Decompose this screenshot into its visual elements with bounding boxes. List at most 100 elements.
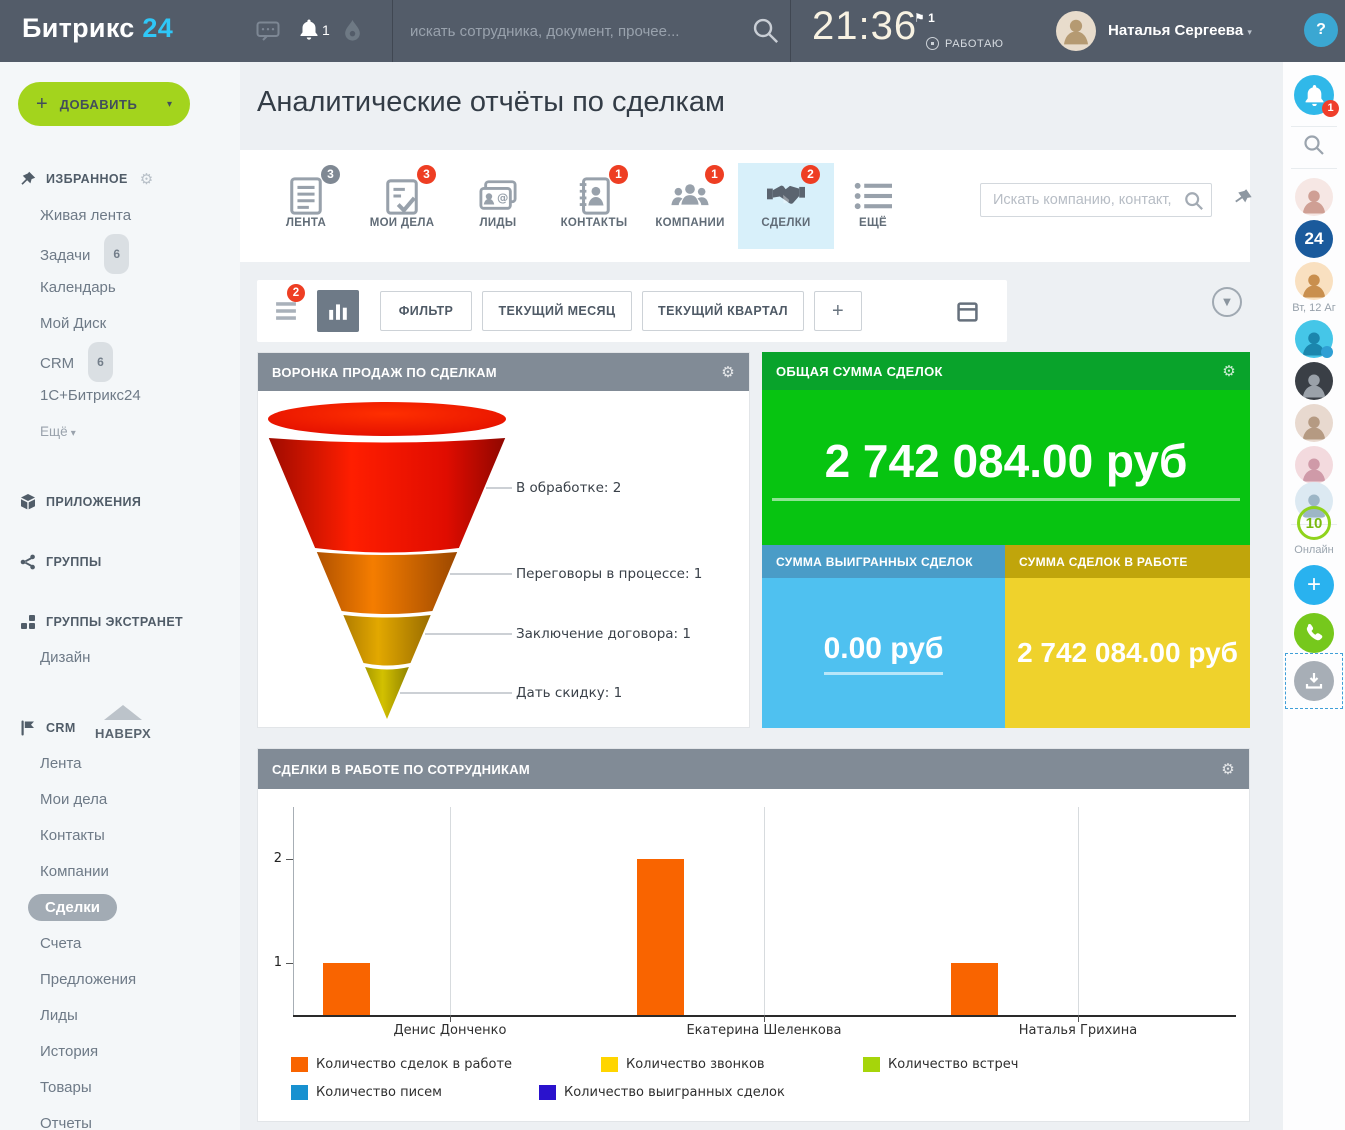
sidebar-item-компании[interactable]: Компании	[0, 854, 240, 890]
sidebar-item-label: Живая лента	[40, 207, 131, 224]
deals-by-employee-widget: СДЕЛКИ В РАБОТЕ ПО СОТРУДНИКАМ ⚙ Денис Д…	[257, 748, 1250, 1122]
chevron-down-icon: ▼	[1223, 297, 1231, 308]
work-status[interactable]: РАБОТАЮ	[926, 37, 1004, 50]
widget-header: СУММА СДЕЛОК В РАБОТЕ	[1005, 545, 1250, 578]
tab-контакты[interactable]: КОНТАКТЫ1	[546, 163, 642, 249]
tab-мои-дела[interactable]: МОИ ДЕЛА3	[354, 163, 450, 249]
bar-Количество сделок в работе-Денис Донченко[interactable]	[323, 963, 370, 1015]
gear-icon[interactable]: ⚙	[140, 170, 154, 188]
rail-avatar-user[interactable]	[1295, 362, 1333, 400]
flag-icon: ⚑	[914, 11, 925, 25]
sidebar-item-1с+битрикс24[interactable]: 1С+Битрикс24	[0, 378, 240, 414]
rail-avatar-user[interactable]	[1295, 404, 1333, 442]
sidebar-section-группы экстранет[interactable]: ГРУППЫ ЭКСТРАНЕТ	[0, 614, 240, 630]
bar-Количество сделок в работе-Наталья Грихина[interactable]	[951, 963, 998, 1015]
help-button[interactable]: ?	[1304, 13, 1338, 47]
camera-badge-icon	[1321, 346, 1333, 358]
sidebar-item-crm[interactable]: CRM6	[0, 342, 240, 378]
filter-button-0[interactable]: ФИЛЬТР	[380, 291, 472, 331]
scroll-to-top-button[interactable]: НАВЕРХ	[92, 705, 154, 741]
tab-лиды[interactable]: @ЛИДЫ	[450, 163, 546, 249]
page-title: Аналитические отчёты по сделкам	[257, 86, 725, 119]
gear-icon[interactable]: ⚙	[1222, 362, 1236, 380]
tab-компании[interactable]: КОМПАНИИ1	[642, 163, 738, 249]
add-filter-button[interactable]: +	[814, 291, 862, 331]
calendar-icon[interactable]	[957, 301, 978, 327]
global-search-input[interactable]	[410, 0, 740, 62]
legend-item: Количество встреч	[863, 1057, 1018, 1072]
category-label: Наталья Грихина	[968, 1023, 1188, 1038]
add-button[interactable]: + ДОБАВИТЬ ▾	[18, 82, 190, 126]
axis-tick	[450, 1015, 451, 1022]
rail-phone-button[interactable]	[1294, 613, 1334, 653]
search-icon[interactable]	[1184, 191, 1204, 216]
online-counter[interactable]: 10	[1297, 506, 1331, 540]
sidebar-item-лента[interactable]: Лента	[0, 746, 240, 782]
sidebar-section-приложения[interactable]: ПРИЛОЖЕНИЯ	[0, 494, 240, 510]
bar-Количество сделок в работе-Екатерина Шеленкова[interactable]	[637, 859, 684, 1015]
sidebar-item-отчеты[interactable]: Отчеты	[0, 1106, 240, 1130]
sidebar-item-товары[interactable]: Товары	[0, 1070, 240, 1106]
won-deals-sum-value[interactable]: 0.00 руб	[824, 632, 944, 675]
sidebar-item-label: Календарь	[40, 279, 116, 296]
filter-button-1[interactable]: ТЕКУЩИЙ МЕСЯЦ	[482, 291, 632, 331]
global-search-icon[interactable]	[752, 17, 779, 49]
gear-icon[interactable]: ⚙	[721, 363, 735, 381]
flag-counter[interactable]: ⚑ 1	[914, 11, 935, 25]
tab-сделки[interactable]: СДЕЛКИ2	[738, 163, 834, 249]
rail-avatar-user[interactable]	[1295, 446, 1333, 484]
sidebar-section-избранное[interactable]: ИЗБРАННОЕ⚙	[0, 170, 240, 188]
gear-icon[interactable]: ⚙	[1221, 760, 1235, 778]
sidebar-section-title: CRM	[46, 721, 76, 735]
user-avatar[interactable]	[1056, 11, 1096, 51]
tab-badge: 2	[801, 165, 820, 184]
tab-badge: 3	[417, 165, 436, 184]
clock[interactable]: 21:36	[812, 4, 917, 49]
sidebar-item-счета[interactable]: Счета	[0, 926, 240, 962]
sidebar-item-label: Задачи	[40, 247, 90, 264]
sidebar-item-история[interactable]: История	[0, 1034, 240, 1070]
sidebar-section-группы[interactable]: ГРУППЫ	[0, 554, 240, 570]
user-menu[interactable]: Наталья Сергеева ▾	[1108, 22, 1252, 39]
widget-header: ВОРОНКА ПРОДАЖ ПО СДЕЛКАМ ⚙	[258, 353, 749, 391]
sidebar-item-календарь[interactable]: Календарь	[0, 270, 240, 306]
filter-button-2[interactable]: ТЕКУЩИЙ КВАРТАЛ	[642, 291, 804, 331]
notifications-bell-icon[interactable]	[300, 19, 318, 45]
rail-bell-button[interactable]: 1	[1294, 75, 1334, 115]
rail-bitrix24-badge[interactable]: 24	[1295, 220, 1333, 258]
rail-avatar-user[interactable]	[1295, 178, 1333, 216]
total-deals-sum-value[interactable]: 2 742 084.00 руб	[772, 434, 1240, 501]
tab-лента[interactable]: ЛЕНТА3	[258, 163, 354, 249]
sidebar-item-задачи[interactable]: Задачи6	[0, 234, 240, 270]
sidebar-item-предложения[interactable]: Предложения	[0, 962, 240, 998]
sidebar-item-сделки[interactable]: Сделки	[0, 890, 240, 926]
bitrix24-logo[interactable]: Битрикс 24	[22, 13, 173, 44]
svg-text:@: @	[497, 191, 508, 205]
collapse-panel-button[interactable]: ▼	[1212, 287, 1242, 317]
sidebar-item-живая-лента[interactable]: Живая лента	[0, 198, 240, 234]
sidebar-item-контакты[interactable]: Контакты	[0, 818, 240, 854]
rail-download-button[interactable]	[1294, 661, 1334, 701]
sidebar-item-дизайн[interactable]: Дизайн	[0, 640, 240, 676]
drive-drop-icon[interactable]	[344, 20, 361, 46]
sidebar-item-лиды[interactable]: Лиды	[0, 998, 240, 1034]
sidebar-item-label: Мои дела	[40, 791, 107, 808]
tab-ещё[interactable]: ЕЩЁ	[834, 163, 912, 249]
chart-view-toggle[interactable]	[317, 290, 359, 332]
pin-icon	[20, 171, 36, 187]
sidebar-item-мои-дела[interactable]: Мои дела	[0, 782, 240, 818]
axis-tick	[286, 963, 293, 964]
pin-icon[interactable]	[1232, 187, 1254, 213]
sidebar-item-мой-диск[interactable]: Мой Диск	[0, 306, 240, 342]
rail-search-icon[interactable]	[1303, 134, 1325, 161]
chat-icon[interactable]	[256, 21, 280, 47]
rail-avatar-user[interactable]	[1295, 262, 1333, 300]
sidebar-item-ещё[interactable]: Ещё ▾	[0, 414, 240, 450]
entity-search-input[interactable]	[980, 183, 1212, 217]
sidebar-item-label: 1С+Битрикс24	[40, 387, 141, 404]
category-label: Денис Донченко	[340, 1023, 560, 1038]
funnel-stage-label: Переговоры в процессе: 1	[516, 566, 702, 582]
list-view-toggle[interactable]	[275, 300, 297, 327]
rail-add-button[interactable]: +	[1294, 565, 1334, 605]
legend-label: Количество встреч	[888, 1057, 1018, 1072]
